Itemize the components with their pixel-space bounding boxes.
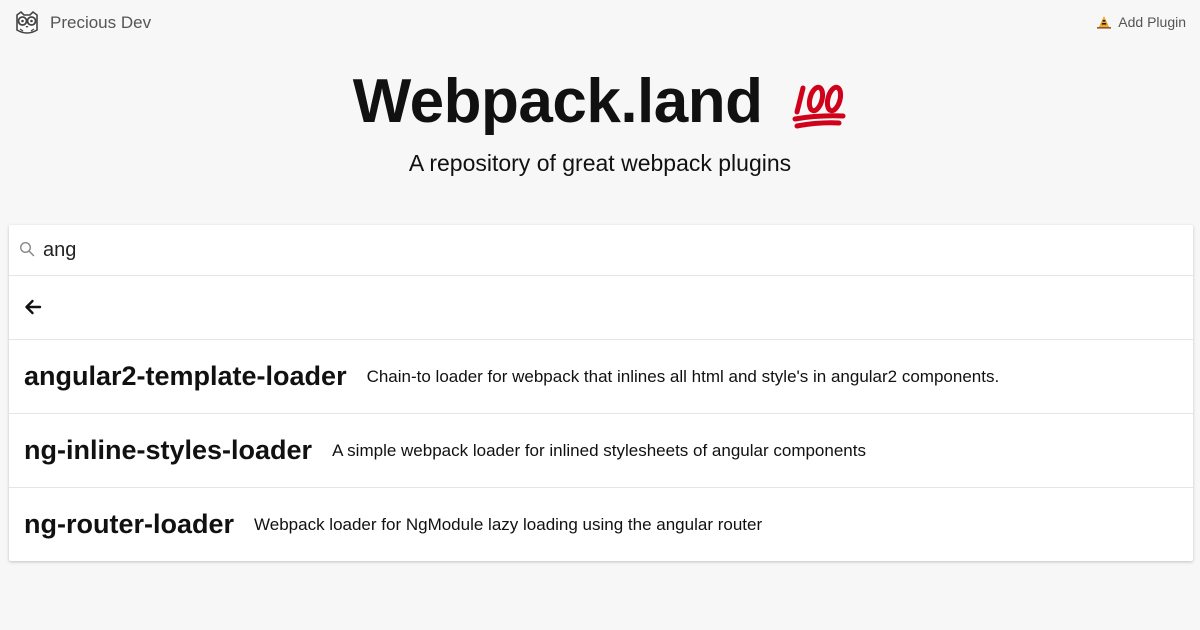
search-panel: angular2-template-loader Chain-to loader…	[9, 225, 1193, 561]
page-subtitle: A repository of great webpack plugins	[408, 150, 792, 176]
search-icon	[19, 241, 35, 257]
brand-link[interactable]: Precious Dev	[14, 10, 151, 36]
add-plugin-button[interactable]: Add Plugin	[1096, 14, 1186, 30]
search-input[interactable]	[43, 233, 1173, 267]
result-name: ng-inline-styles-loader	[24, 435, 313, 465]
page-title-text: Webpack.land	[352, 67, 763, 136]
page-title: Webpack.land	[0, 64, 1200, 140]
brand-name: Precious Dev	[50, 13, 152, 32]
result-item[interactable]: angular2-template-loader Chain-to loader…	[9, 340, 1193, 414]
arrow-left-icon	[25, 299, 42, 315]
result-name: angular2-template-loader	[24, 361, 347, 391]
owl-glasses-icon	[16, 10, 38, 34]
result-item[interactable]: ng-router-loader Webpack loader for NgMo…	[9, 488, 1193, 561]
back-button[interactable]	[9, 276, 1193, 340]
result-description: Webpack loader for NgModule lazy loading…	[254, 514, 763, 534]
result-item[interactable]: ng-inline-styles-loader A simple webpack…	[9, 414, 1193, 488]
100-emoji-icon	[792, 84, 846, 129]
add-plugin-label: Add Plugin	[1118, 14, 1186, 30]
search-row	[9, 225, 1193, 276]
top-bar: Precious Dev Add Plugin	[0, 0, 1200, 48]
result-name: ng-router-loader	[24, 509, 235, 539]
result-description: A simple webpack loader for inlined styl…	[332, 440, 866, 460]
construction-icon	[1097, 16, 1112, 29]
result-description: Chain-to loader for webpack that inlines…	[366, 366, 1000, 386]
